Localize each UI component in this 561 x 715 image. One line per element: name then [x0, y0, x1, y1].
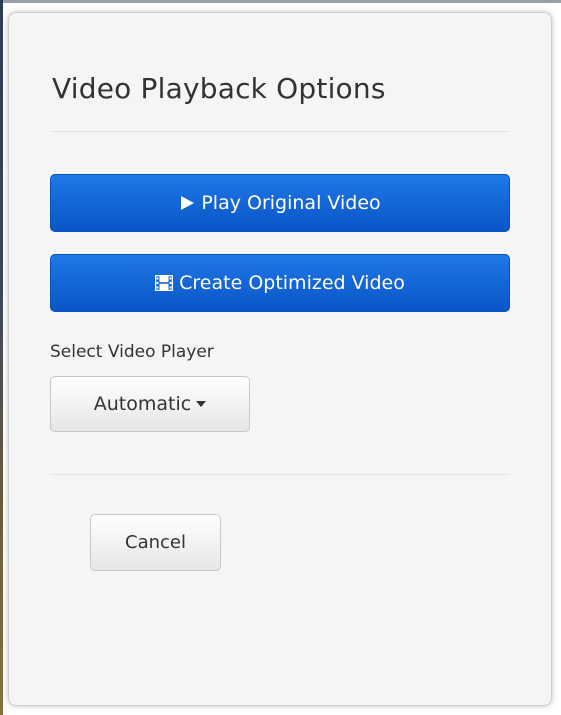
video-player-selected-value: Automatic [93, 393, 192, 415]
window-top-edge [0, 0, 561, 3]
caret-down-icon [196, 401, 207, 407]
video-player-dropdown[interactable]: Automatic [50, 376, 250, 432]
create-optimized-video-button[interactable]: Create Optimized Video [50, 254, 510, 312]
film-icon [155, 275, 174, 291]
create-optimized-video-label: Create Optimized Video [179, 272, 405, 294]
select-video-player-label: Select Video Player [50, 342, 214, 362]
cancel-button[interactable]: Cancel [90, 514, 221, 571]
play-original-video-label: Play Original Video [201, 192, 381, 214]
dialog-title: Video Playback Options [52, 72, 386, 105]
header-divider [50, 131, 510, 132]
play-icon [179, 195, 195, 211]
cancel-button-label: Cancel [125, 532, 186, 553]
footer-divider [50, 474, 510, 475]
play-original-video-button[interactable]: Play Original Video [50, 174, 510, 232]
background-image-edge [0, 0, 3, 715]
